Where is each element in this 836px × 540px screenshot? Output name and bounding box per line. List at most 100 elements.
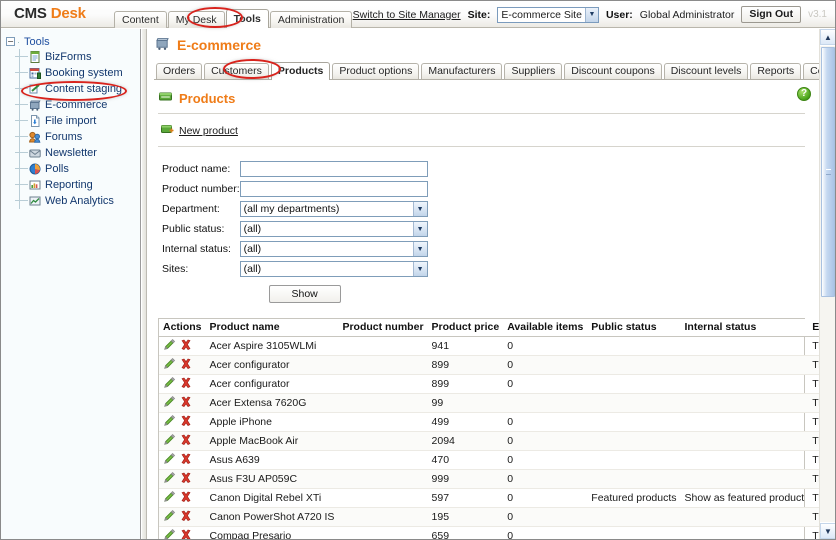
new-product-link[interactable]: New product xyxy=(179,125,238,137)
table-row[interactable]: Acer configurator8990True xyxy=(159,374,835,394)
tab-orders[interactable]: Orders xyxy=(156,63,203,79)
panel-title-label: Products xyxy=(179,90,236,106)
table-header-row: Actions Product name Product number Prod… xyxy=(159,319,835,337)
product-price-cell: 499 xyxy=(427,412,504,432)
table-row[interactable]: Asus F3U AP059C9990True xyxy=(159,469,835,489)
vertical-scrollbar[interactable]: ▲ ▼ xyxy=(819,29,835,539)
sidebar-item-reporting[interactable]: Reporting xyxy=(15,177,140,193)
table-row[interactable]: Canon PowerShot A720 IS1950True xyxy=(159,507,835,527)
edit-icon[interactable] xyxy=(163,471,176,487)
edit-icon[interactable] xyxy=(163,414,176,430)
sidebar-item-e-commerce[interactable]: E-commerce xyxy=(15,97,140,113)
product-name-cell: Asus F3U AP059C xyxy=(205,469,339,489)
sidebar-item-newsletter[interactable]: Newsletter xyxy=(15,145,140,161)
product-price-cell: 2094 xyxy=(427,431,504,451)
delete-icon[interactable] xyxy=(180,396,192,411)
booking-system-icon xyxy=(28,66,42,80)
delete-icon[interactable] xyxy=(180,529,192,539)
sidebar-item-bizforms[interactable]: BizForms xyxy=(15,49,140,65)
sidebar-item-file-import[interactable]: File import xyxy=(15,113,140,129)
tab-administration[interactable]: Administration xyxy=(269,11,353,28)
tab-reports[interactable]: Reports xyxy=(750,63,802,79)
tab-discount-coupons[interactable]: Discount coupons xyxy=(564,63,662,79)
public-status-cell xyxy=(587,507,681,527)
tree-guide xyxy=(15,193,28,209)
delete-icon[interactable] xyxy=(180,358,192,373)
table-row[interactable]: Asus A6394700True xyxy=(159,450,835,470)
logo-desk: Desk xyxy=(50,5,86,22)
sidebar-item-label: Polls xyxy=(45,163,69,175)
available-items-cell: 0 xyxy=(503,507,588,527)
table-row[interactable]: Acer configurator8990True xyxy=(159,355,835,375)
product-name-input[interactable] xyxy=(239,161,428,177)
sidebar-item-polls[interactable]: Polls xyxy=(15,161,140,177)
department-select[interactable]: (all my departments) ▼ xyxy=(239,201,428,217)
delete-icon[interactable] xyxy=(180,453,192,468)
panel-splitter[interactable] xyxy=(142,29,147,539)
product-name-cell: Apple MacBook Air xyxy=(205,431,339,451)
public-status-select[interactable]: (all) ▼ xyxy=(239,221,428,237)
edit-icon[interactable] xyxy=(163,338,176,354)
delete-icon[interactable] xyxy=(180,377,192,392)
edit-icon[interactable] xyxy=(163,528,176,539)
edit-icon[interactable] xyxy=(163,433,176,449)
table-row[interactable]: Apple MacBook Air20940True xyxy=(159,431,835,451)
collapse-icon[interactable]: − xyxy=(6,37,15,46)
edit-icon[interactable] xyxy=(163,452,176,468)
product-number-cell xyxy=(338,431,428,451)
delete-icon[interactable] xyxy=(180,491,192,506)
site-select[interactable]: E-commerce Site ▼ xyxy=(497,6,599,23)
tab-product-options[interactable]: Product options xyxy=(332,63,420,79)
internal-status-select[interactable]: (all) ▼ xyxy=(239,241,428,257)
delete-icon[interactable] xyxy=(180,415,192,430)
edit-icon[interactable] xyxy=(163,357,176,373)
delete-icon[interactable] xyxy=(180,339,192,354)
edit-icon[interactable] xyxy=(163,376,176,392)
edit-icon[interactable] xyxy=(163,490,176,506)
sidebar-item-forums[interactable]: Forums xyxy=(15,129,140,145)
help-icon[interactable]: ? xyxy=(797,87,811,101)
site-label: Site: xyxy=(467,8,491,21)
table-row[interactable]: Canon Digital Rebel XTi 597 0 Featured prod… xyxy=(159,488,835,508)
sidebar-root-tools[interactable]: − · Tools xyxy=(4,34,140,49)
main-tab-bar: Content My Desk Tools Administration xyxy=(114,9,353,28)
internal-status-cell: Show as featured product xyxy=(680,488,809,508)
show-button[interactable]: Show xyxy=(268,285,341,303)
table-row[interactable]: Apple iPhone4990True xyxy=(159,412,835,432)
sidebar-item-label: Content staging xyxy=(45,83,123,95)
sidebar-item-label: Web Analytics xyxy=(45,195,114,207)
tab-my-desk[interactable]: My Desk xyxy=(167,11,225,28)
product-number-cell xyxy=(338,488,428,508)
tab-customers[interactable]: Customers xyxy=(204,63,269,79)
scroll-up-button[interactable]: ▲ xyxy=(820,29,835,45)
table-row[interactable]: Acer Aspire 3105WLMi9410True xyxy=(159,336,835,356)
scroll-down-button[interactable]: ▼ xyxy=(820,523,835,539)
sites-select[interactable]: (all) ▼ xyxy=(239,261,428,277)
available-items-cell: 0 xyxy=(503,488,588,508)
sign-out-button[interactable]: Sign Out xyxy=(741,6,802,23)
edit-icon[interactable] xyxy=(163,509,176,525)
public-status-cell xyxy=(587,336,681,356)
sidebar-item-web-analytics[interactable]: Web Analytics xyxy=(15,193,140,209)
tab-products[interactable]: Products xyxy=(270,62,331,80)
table-row[interactable]: Compaq Presario6590True xyxy=(159,526,835,539)
edit-icon[interactable] xyxy=(163,395,176,411)
table-row[interactable]: Acer Extensa 7620G99True xyxy=(159,393,835,413)
tab-suppliers[interactable]: Suppliers xyxy=(504,63,563,79)
tab-discount-levels[interactable]: Discount levels xyxy=(663,63,749,79)
tab-tools[interactable]: Tools xyxy=(225,9,269,28)
internal-status-cell xyxy=(680,355,809,375)
product-price-cell: 659 xyxy=(427,526,504,539)
sidebar-item-booking-system[interactable]: Booking system xyxy=(15,65,140,81)
product-number-input[interactable] xyxy=(239,181,428,197)
delete-icon[interactable] xyxy=(180,472,192,487)
delete-icon[interactable] xyxy=(180,434,192,449)
tab-content[interactable]: Content xyxy=(114,11,167,28)
delete-icon[interactable] xyxy=(180,510,192,525)
tab-manufacturers[interactable]: Manufacturers xyxy=(421,63,503,79)
switch-to-site-manager-link[interactable]: Switch to Site Manager xyxy=(353,9,461,21)
product-number-cell xyxy=(338,469,428,489)
scrollbar-thumb[interactable] xyxy=(821,47,835,297)
sidebar-item-content-staging[interactable]: Content staging xyxy=(15,81,140,97)
sidebar-root-label: Tools xyxy=(24,35,50,48)
